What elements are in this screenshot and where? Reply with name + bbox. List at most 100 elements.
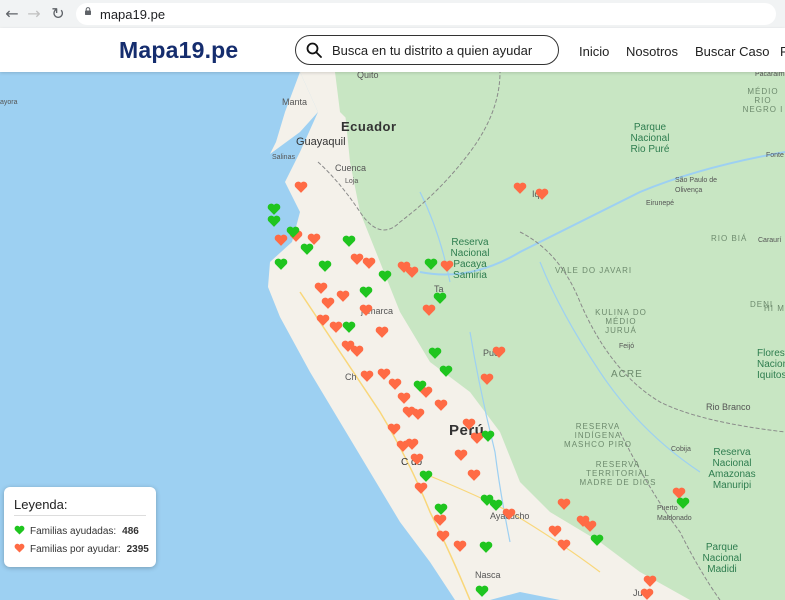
legend-to-help-label: Familias por ayudar: bbox=[30, 544, 121, 555]
label-eirunepe: Eirunepé bbox=[646, 200, 675, 207]
search-icon[interactable] bbox=[306, 42, 322, 58]
marker-family-helped[interactable] bbox=[413, 379, 427, 393]
nav-truncated[interactable]: F bbox=[780, 44, 785, 59]
marker-family-helped[interactable] bbox=[359, 285, 373, 299]
marker-family-to-help[interactable] bbox=[583, 519, 597, 533]
marker-family-helped[interactable] bbox=[428, 346, 442, 360]
label-region-rio-bia: RIO BIÁ bbox=[711, 234, 748, 243]
label-region-acre: ACRE bbox=[611, 369, 643, 380]
label-park-iquitos: Floresta Nacional do Iquitos bbox=[757, 348, 785, 381]
marker-family-to-help[interactable] bbox=[362, 256, 376, 270]
nav-nosotros[interactable]: Nosotros bbox=[626, 44, 678, 59]
marker-family-to-help[interactable] bbox=[557, 538, 571, 552]
marker-family-helped[interactable] bbox=[433, 291, 447, 305]
marker-family-helped[interactable] bbox=[424, 257, 438, 271]
label-nasca: Nasca bbox=[475, 570, 501, 580]
marker-family-to-help[interactable] bbox=[410, 452, 424, 466]
nav-inicio[interactable]: Inicio bbox=[579, 44, 609, 59]
marker-family-to-help[interactable] bbox=[405, 265, 419, 279]
marker-family-to-help[interactable] bbox=[513, 181, 527, 195]
marker-family-to-help[interactable] bbox=[396, 439, 410, 453]
marker-family-helped[interactable] bbox=[590, 533, 604, 547]
reload-icon[interactable]: ↻ bbox=[48, 4, 68, 24]
marker-family-to-help[interactable] bbox=[643, 574, 657, 588]
marker-family-to-help[interactable] bbox=[422, 303, 436, 317]
marker-family-helped[interactable] bbox=[286, 225, 300, 239]
marker-family-to-help[interactable] bbox=[436, 529, 450, 543]
marker-family-to-help[interactable] bbox=[316, 313, 330, 327]
url-text[interactable]: mapa19.pe bbox=[100, 7, 165, 22]
marker-family-to-help[interactable] bbox=[336, 289, 350, 303]
label-ayora: ayora bbox=[0, 99, 18, 106]
label-fonte: Fonte bbox=[766, 152, 784, 159]
marker-family-helped[interactable] bbox=[481, 429, 495, 443]
browser-toolbar: ← → ↻ mapa19.pe bbox=[0, 0, 785, 29]
marker-family-to-help[interactable] bbox=[462, 417, 476, 431]
marker-family-to-help[interactable] bbox=[480, 372, 494, 386]
marker-family-to-help[interactable] bbox=[467, 468, 481, 482]
marker-family-helped[interactable] bbox=[475, 584, 489, 598]
marker-family-to-help[interactable] bbox=[314, 281, 328, 295]
green-heart-icon bbox=[14, 525, 25, 535]
marker-family-to-help[interactable] bbox=[360, 369, 374, 383]
label-cuenca: Cuenca bbox=[335, 163, 367, 173]
marker-family-to-help[interactable] bbox=[375, 325, 389, 339]
marker-family-to-help[interactable] bbox=[454, 448, 468, 462]
marker-family-helped[interactable] bbox=[300, 242, 314, 256]
marker-family-helped[interactable] bbox=[434, 502, 448, 516]
label-park-amazonas: Reserva Nacional Amazonas Manuripi bbox=[708, 447, 756, 491]
marker-family-helped[interactable] bbox=[318, 259, 332, 273]
label-quito: Quito bbox=[357, 72, 379, 80]
marker-family-to-help[interactable] bbox=[359, 303, 373, 317]
marker-family-to-help[interactable] bbox=[388, 377, 402, 391]
label-rio-branco: Rio Branco bbox=[706, 402, 751, 412]
back-icon[interactable]: ← bbox=[2, 4, 22, 24]
marker-family-to-help[interactable] bbox=[548, 524, 562, 538]
label-manta: Manta bbox=[282, 97, 308, 107]
marker-family-helped[interactable] bbox=[267, 214, 281, 228]
legend-to-help-count: 2395 bbox=[126, 544, 149, 555]
marker-family-helped[interactable] bbox=[439, 364, 453, 378]
legend-title: Leyenda: bbox=[14, 497, 68, 512]
search-box[interactable] bbox=[295, 35, 559, 65]
orange-heart-icon bbox=[14, 543, 25, 553]
marker-family-to-help[interactable] bbox=[557, 497, 571, 511]
marker-family-to-help[interactable] bbox=[329, 320, 343, 334]
marker-family-helped[interactable] bbox=[274, 257, 288, 271]
marker-family-to-help[interactable] bbox=[341, 339, 355, 353]
marker-family-to-help[interactable] bbox=[321, 296, 335, 310]
label-salinas: Salinas bbox=[272, 154, 295, 161]
marker-family-to-help[interactable] bbox=[440, 259, 454, 273]
marker-family-to-help[interactable] bbox=[294, 180, 308, 194]
marker-family-helped[interactable] bbox=[342, 234, 356, 248]
label-park-rio-pure: Parque Nacional Rio Puré bbox=[630, 122, 670, 155]
forward-icon[interactable]: → bbox=[24, 4, 44, 24]
marker-family-helped[interactable] bbox=[676, 496, 690, 510]
address-bar[interactable] bbox=[76, 3, 776, 25]
label-region-rio-negro: MÉDIO RIO NEGRO I bbox=[742, 87, 784, 114]
nav-buscar-caso[interactable]: Buscar Caso bbox=[695, 44, 769, 59]
label-caruari: Caraurí bbox=[758, 237, 782, 244]
marker-family-to-help[interactable] bbox=[434, 398, 448, 412]
marker-family-to-help[interactable] bbox=[411, 407, 425, 421]
site-logo[interactable]: Mapa19.pe bbox=[119, 37, 238, 64]
label-cobija: Cobija bbox=[671, 446, 691, 453]
marker-family-to-help[interactable] bbox=[414, 481, 428, 495]
marker-family-to-help[interactable] bbox=[535, 187, 549, 201]
search-input[interactable] bbox=[332, 41, 547, 59]
marker-family-helped[interactable] bbox=[342, 320, 356, 334]
label-region-vale-javari: VALE DO JAVARI bbox=[555, 266, 633, 275]
marker-family-to-help[interactable] bbox=[397, 391, 411, 405]
marker-family-to-help[interactable] bbox=[492, 345, 506, 359]
marker-family-helped[interactable] bbox=[489, 498, 503, 512]
marker-family-to-help[interactable] bbox=[453, 539, 467, 553]
marker-family-helped[interactable] bbox=[419, 469, 433, 483]
marker-family-to-help[interactable] bbox=[502, 507, 516, 521]
label-region-hi-m: HI M bbox=[764, 304, 785, 313]
marker-family-to-help[interactable] bbox=[387, 422, 401, 436]
marker-family-helped[interactable] bbox=[479, 540, 493, 554]
marker-family-to-help[interactable] bbox=[640, 587, 654, 600]
map-legend: Leyenda: Familias ayudadas: 486 Familias … bbox=[4, 487, 156, 567]
marker-family-helped[interactable] bbox=[378, 269, 392, 283]
label-feijo: Feijó bbox=[619, 343, 635, 350]
